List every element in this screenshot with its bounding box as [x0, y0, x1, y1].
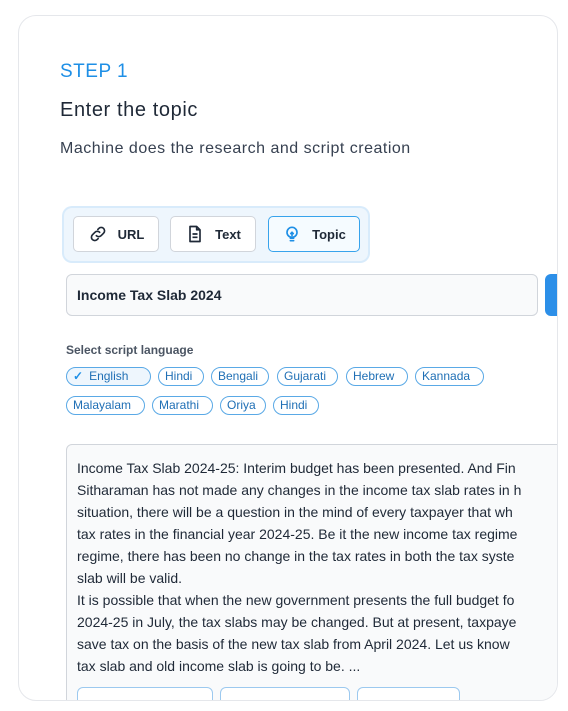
language-label: Select script language — [66, 343, 194, 357]
page-title: Enter the topic — [60, 99, 198, 121]
tab-topic-label: Topic — [312, 226, 346, 242]
check-icon: ✓ — [73, 369, 84, 383]
language-chip-hebrew[interactable]: Hebrew — [346, 367, 408, 386]
language-chip-malayalam[interactable]: Malayalam — [66, 396, 145, 415]
tab-url[interactable]: URL — [73, 216, 159, 252]
language-chip-kannada[interactable]: Kannada — [415, 367, 484, 386]
input-mode-tabs: URL Text Topic — [64, 208, 368, 261]
tab-text-label: Text — [215, 226, 241, 242]
language-chip-gujarati[interactable]: Gujarati — [277, 367, 338, 386]
language-chip-hindi-2[interactable]: Hindi — [273, 396, 319, 415]
topic-input[interactable] — [66, 274, 538, 316]
language-chip-oriya[interactable]: Oriya — [220, 396, 266, 415]
language-chip-english[interactable]: ✓ English — [66, 367, 151, 386]
script-textarea[interactable]: Income Tax Slab 2024-25: Interim budget … — [66, 444, 557, 700]
language-chip-hindi[interactable]: Hindi — [158, 367, 204, 386]
tab-topic[interactable]: Topic — [268, 216, 360, 252]
script-action-button-3[interactable] — [357, 687, 460, 700]
step-card: STEP 1 Enter the topic Machine does the … — [18, 15, 558, 701]
tab-text[interactable]: Text — [170, 216, 256, 252]
document-icon — [189, 225, 201, 243]
tab-url-label: URL — [117, 226, 145, 242]
page-subtitle: Machine does the research and script cre… — [60, 140, 411, 157]
script-action-button-2[interactable] — [220, 687, 350, 700]
lightbulb-icon — [286, 226, 298, 242]
language-chip-bengali[interactable]: Bengali — [211, 367, 269, 386]
generate-button[interactable] — [545, 274, 557, 316]
script-action-button-1[interactable] — [77, 687, 213, 700]
script-paragraph-2: It is possible that when the new governm… — [77, 592, 517, 674]
link-icon — [90, 226, 106, 242]
script-paragraph-1: Income Tax Slab 2024-25: Interim budget … — [77, 460, 522, 586]
language-chip-marathi[interactable]: Marathi — [152, 396, 213, 415]
step-label: STEP 1 — [60, 61, 129, 82]
